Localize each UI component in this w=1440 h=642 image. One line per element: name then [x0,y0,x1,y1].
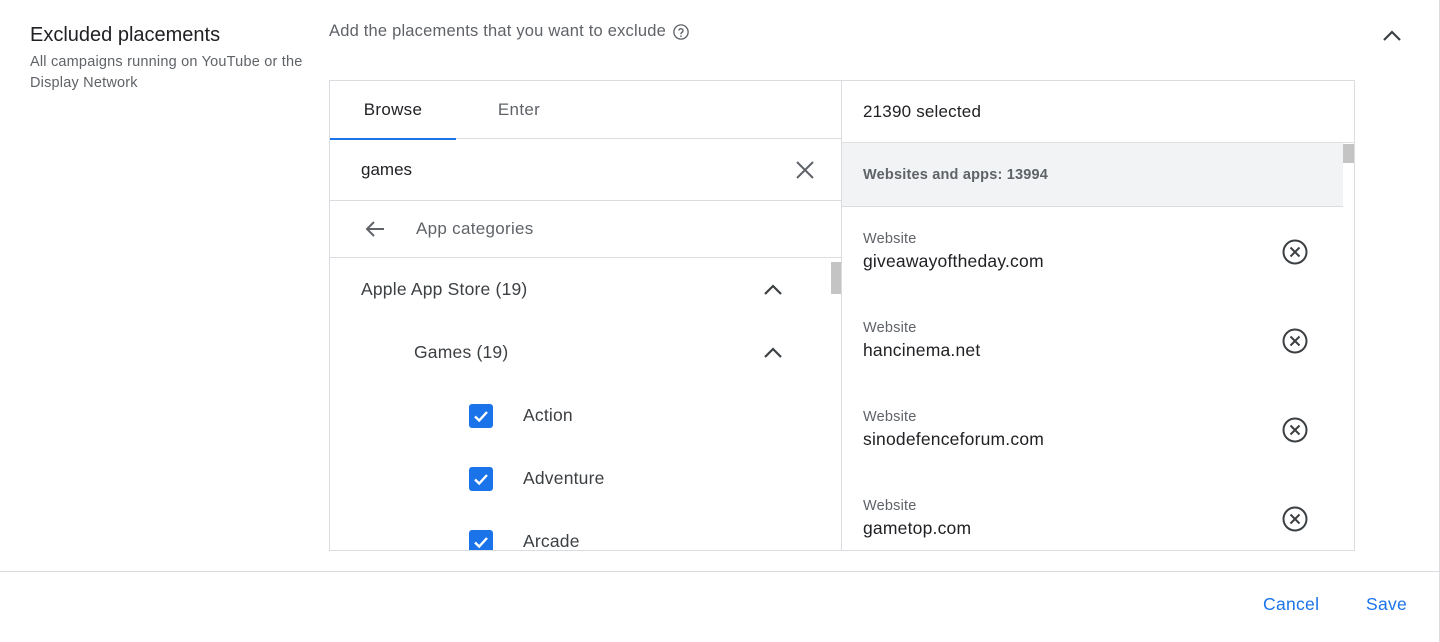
help-circle-icon[interactable] [672,23,690,41]
item-url: hancinema.net [863,340,981,360]
search-input[interactable] [361,159,761,180]
tree-item-adventure: Adventure [330,447,841,510]
list-item: Website hancinema.net [842,296,1343,385]
item-url: sinodefenceforum.com [863,429,1045,449]
cancel-circle-icon [1282,328,1308,354]
remove-item-button[interactable] [1280,237,1310,267]
arrow-back-icon [365,221,384,237]
tree-item-label: Games (19) [414,342,509,362]
remove-item-button[interactable] [1280,326,1310,356]
close-icon [796,161,814,179]
remove-item-button[interactable] [1280,415,1310,445]
cancel-circle-icon [1282,239,1308,265]
item-type: Website [863,231,917,247]
back-button[interactable] [362,216,388,242]
group-header: Websites and apps: 13994 [842,143,1343,207]
check-icon [474,536,488,548]
list-item: Website giveawayoftheday.com [842,207,1343,296]
tree-item-label: Apple App Store (19) [361,279,528,299]
browse-panel: Browse Enter App categories Apple App St… [330,81,842,550]
item-url: gametop.com [863,518,972,538]
item-type: Website [863,409,917,425]
check-icon [474,473,488,485]
excluded-placements-card: Excluded placements All campaigns runnin… [0,0,1440,642]
tab-enter[interactable]: Enter [456,81,582,139]
list-item: Website sinodefenceforum.com [842,385,1343,474]
category-back-row: App categories [330,201,841,258]
tree-scrollbar[interactable] [831,262,841,294]
tree-item-arcade: Arcade [330,510,841,550]
list-item: Website gametop.com [842,474,1343,550]
tree-item-label: Adventure [523,468,605,488]
tree-item-action: Action [330,384,841,447]
item-url: giveawayoftheday.com [863,251,1044,271]
section-title: Excluded placements [30,24,221,46]
chevron-up-icon[interactable] [760,277,786,303]
check-icon [474,410,488,422]
item-type: Website [863,498,917,514]
selected-panel: 21390 selected Websites and apps: 13994 … [842,81,1354,550]
cancel-circle-icon [1282,506,1308,532]
search-row [330,139,841,201]
checkbox-arcade[interactable] [469,529,493,550]
breadcrumb-label: App categories [416,219,534,238]
remove-item-button[interactable] [1280,504,1310,534]
selected-scrollbar[interactable] [1343,144,1354,163]
instruction-text-row: Add the placements that you want to excl… [329,22,690,41]
checkbox-action[interactable] [469,403,493,428]
tree-item-games[interactable]: Games (19) [330,321,841,384]
tree-item-label: Arcade [523,531,580,550]
footer-divider [0,571,1440,572]
cancel-circle-icon [1282,417,1308,443]
selected-count: 21390 selected [842,81,1354,143]
section-info: Excluded placements All campaigns runnin… [30,22,320,94]
tab-browse[interactable]: Browse [330,81,456,140]
item-type: Website [863,320,917,336]
instruction-text: Add the placements that you want to excl… [329,22,666,40]
save-button[interactable]: Save [1366,594,1407,615]
collapse-section-button[interactable] [1378,22,1406,50]
tree-item-apple-app-store[interactable]: Apple App Store (19) [330,258,841,321]
chevron-up-icon [1383,30,1401,41]
section-subtitle: All campaigns running on YouTube or the … [30,54,303,91]
checkbox-adventure[interactable] [469,466,493,491]
clear-search-button[interactable] [793,158,817,182]
category-tree: Apple App Store (19) Games (19) Action A… [330,258,841,550]
cancel-button[interactable]: Cancel [1263,594,1319,615]
placement-picker: Browse Enter App categories Apple App St… [329,80,1355,551]
tab-bar: Browse Enter [330,81,841,140]
tree-item-label: Action [523,405,573,425]
chevron-up-icon[interactable] [760,340,786,366]
